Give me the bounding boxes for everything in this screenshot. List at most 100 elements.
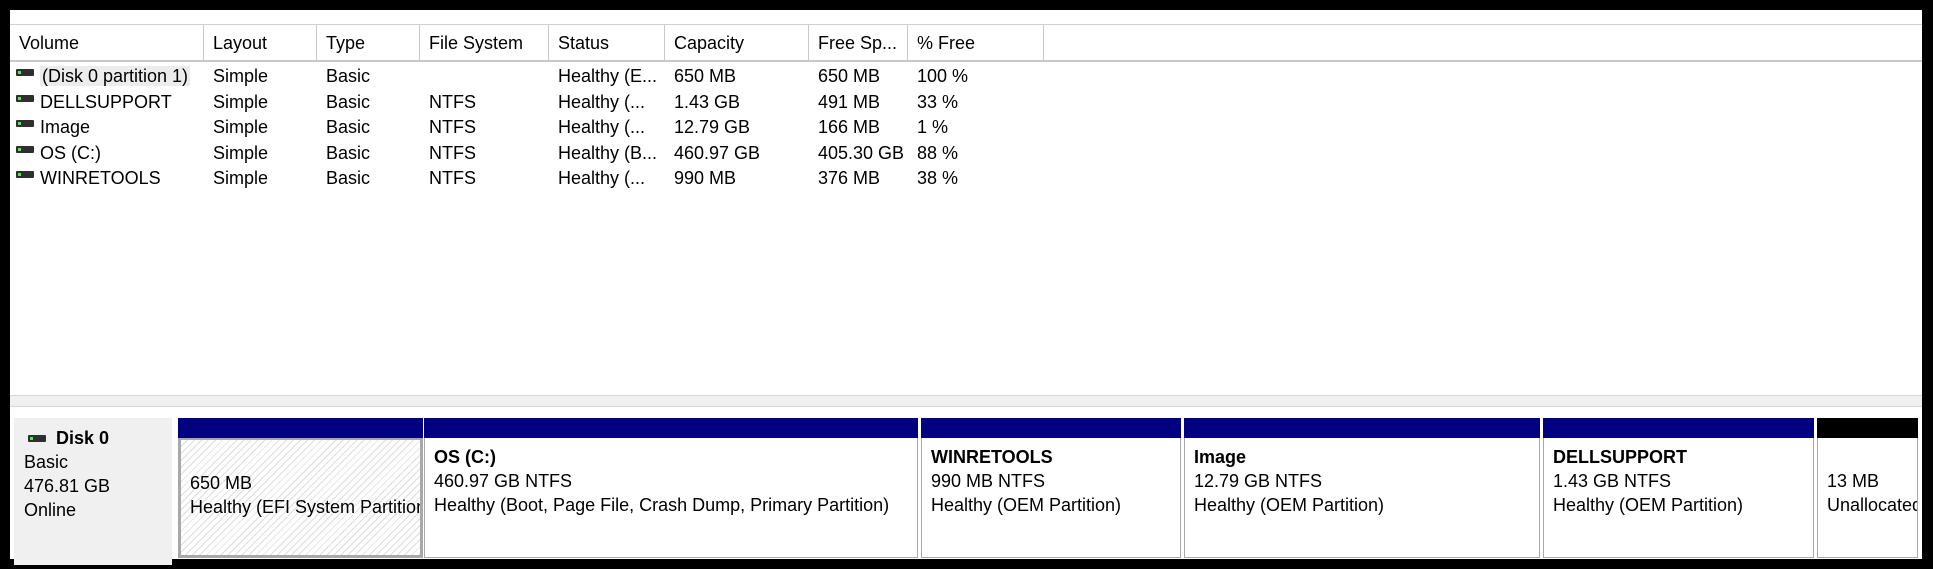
free-space-cell: 376 MB xyxy=(818,168,881,188)
capacity-cell: 990 MB xyxy=(674,168,737,188)
file-system-cell: NTFS xyxy=(429,168,476,188)
column-header-capacity[interactable]: Capacity xyxy=(665,25,809,61)
type-cell: Basic xyxy=(326,142,371,163)
partition-unallocated[interactable]: 13 MB Unallocated xyxy=(1817,418,1918,560)
percent-free-cell: 88 % xyxy=(917,142,959,163)
partition-name xyxy=(190,447,411,471)
capacity-cell: 650 MB xyxy=(674,66,737,86)
partition-dellsupport[interactable]: DELLSUPPORT 1.43 GB NTFS Healthy (OEM Pa… xyxy=(1543,418,1814,560)
partition-image[interactable]: Image 12.79 GB NTFS Healthy (OEM Partiti… xyxy=(1184,418,1540,560)
volume-cell: Image xyxy=(10,115,204,141)
partition-size: 460.97 GB NTFS xyxy=(434,471,573,491)
volume-name: DELLSUPPORT xyxy=(40,91,172,112)
partition-size: 13 MB xyxy=(1827,471,1880,491)
partition-efi[interactable]: 650 MB Healthy (EFI System Partition) xyxy=(178,418,423,560)
volume-list: Volume Layout Type File System Status Ca… xyxy=(10,10,1922,395)
file-system-cell: NTFS xyxy=(429,91,476,112)
volume-cell: OS (C:) xyxy=(10,141,204,167)
percent-free-cell: 33 % xyxy=(917,91,959,112)
partition-body: DELLSUPPORT 1.43 GB NTFS Healthy (OEM Pa… xyxy=(1543,438,1814,558)
partition-body: 13 MB Unallocated xyxy=(1817,438,1918,558)
table-row[interactable]: (Disk 0 partition 1) Simple Basic Health… xyxy=(10,64,1922,90)
table-row[interactable]: WINRETOOLS Simple Basic NTFS Healthy (..… xyxy=(10,166,1922,192)
partition-body: OS (C:) 460.97 GB NTFS Healthy (Boot, Pa… xyxy=(424,438,918,558)
file-system-cell: NTFS xyxy=(429,117,476,137)
status-cell: Healthy (E... xyxy=(558,66,658,86)
disk-type: Basic xyxy=(24,452,69,472)
partition-bar xyxy=(1543,418,1814,438)
table-row[interactable]: DELLSUPPORT Simple Basic NTFS Healthy (.… xyxy=(10,90,1922,116)
volume-name: Image xyxy=(40,117,91,137)
volume-name: (Disk 0 partition 1) xyxy=(40,66,191,86)
partition-size: 990 MB NTFS xyxy=(931,471,1046,491)
disk-management-window: Volume Layout Type File System Status Ca… xyxy=(10,10,1922,565)
volume-cell: WINRETOOLS xyxy=(10,166,204,192)
capacity-cell: 12.79 GB xyxy=(674,117,751,137)
disk-icon xyxy=(16,145,34,153)
layout-cell: Simple xyxy=(213,168,269,188)
volume-rows: (Disk 0 partition 1) Simple Basic Health… xyxy=(10,64,1922,192)
partition-status: Healthy (EFI System Partition) xyxy=(190,497,423,517)
partition-body: WINRETOOLS 990 MB NTFS Healthy (OEM Part… xyxy=(921,438,1181,558)
column-header-percent-free[interactable]: % Free xyxy=(908,25,1044,61)
percent-free-cell: 1 % xyxy=(917,117,949,137)
volume-name: OS (C:) xyxy=(40,142,101,163)
layout-cell: Simple xyxy=(213,117,269,137)
column-header-file-system[interactable]: File System xyxy=(420,25,549,61)
capacity-cell: 1.43 GB xyxy=(674,91,741,112)
disk-size: 476.81 GB xyxy=(24,476,111,496)
table-row[interactable]: OS (C:) Simple Basic NTFS Healthy (B... … xyxy=(10,141,1922,167)
partition-status: Healthy (Boot, Page File, Crash Dump, Pr… xyxy=(434,495,890,515)
column-header-row: Volume Layout Type File System Status Ca… xyxy=(10,24,1922,62)
pane-splitter[interactable] xyxy=(10,395,1922,407)
layout-cell: Simple xyxy=(213,91,269,112)
file-system-cell: NTFS xyxy=(429,142,476,163)
disk-title: Disk 0 xyxy=(24,426,172,450)
partition-bar xyxy=(178,418,423,438)
percent-free-cell: 100 % xyxy=(917,66,969,86)
column-header-free-space[interactable]: Free Sp... xyxy=(809,25,908,61)
disk-graphical-view: Disk 0 Basic 476.81 GB Online 650 MB Hea… xyxy=(10,407,1922,565)
partition-name: Image xyxy=(1194,447,1247,467)
disk-icon xyxy=(16,94,34,102)
disk-icon xyxy=(16,171,34,178)
partition-name: OS (C:) xyxy=(434,447,496,467)
layout-cell: Simple xyxy=(213,66,269,86)
column-header-type[interactable]: Type xyxy=(317,25,420,61)
file-system-cell xyxy=(420,64,549,90)
column-header-volume[interactable]: Volume xyxy=(10,25,204,61)
disk-icon xyxy=(16,69,34,76)
status-cell: Healthy (B... xyxy=(558,142,658,163)
type-cell: Basic xyxy=(326,168,371,188)
capacity-cell: 460.97 GB xyxy=(674,142,761,163)
partition-bar xyxy=(1817,418,1918,438)
volume-cell: DELLSUPPORT xyxy=(10,90,204,116)
disk-state: Online xyxy=(24,500,77,520)
free-space-cell: 166 MB xyxy=(818,117,881,137)
partition-name: WINRETOOLS xyxy=(931,447,1053,467)
partition-size: 12.79 GB NTFS xyxy=(1194,471,1323,491)
partition-body: 650 MB Healthy (EFI System Partition) xyxy=(178,438,423,558)
column-header-layout[interactable]: Layout xyxy=(204,25,317,61)
free-space-cell: 650 MB xyxy=(818,66,881,86)
percent-free-cell: 38 % xyxy=(917,168,959,188)
volume-name: WINRETOOLS xyxy=(40,168,161,188)
disk-name: Disk 0 xyxy=(56,428,110,448)
table-row[interactable]: Image Simple Basic NTFS Healthy (... 12.… xyxy=(10,115,1922,141)
column-header-status[interactable]: Status xyxy=(549,25,665,61)
partition-os-c[interactable]: OS (C:) 460.97 GB NTFS Healthy (Boot, Pa… xyxy=(424,418,918,560)
type-cell: Basic xyxy=(326,91,371,112)
disk-info-panel[interactable]: Disk 0 Basic 476.81 GB Online xyxy=(14,418,172,565)
partition-size: 650 MB xyxy=(190,473,253,493)
volume-cell: (Disk 0 partition 1) xyxy=(10,64,204,90)
partition-bar xyxy=(1184,418,1540,438)
partition-status: Healthy (OEM Partition) xyxy=(931,495,1122,515)
partition-status: Healthy (OEM Partition) xyxy=(1553,495,1744,515)
status-cell: Healthy (... xyxy=(558,168,646,188)
disk-icon xyxy=(16,120,34,127)
disk-icon xyxy=(28,434,46,442)
partition-winretools[interactable]: WINRETOOLS 990 MB NTFS Healthy (OEM Part… xyxy=(921,418,1181,560)
partition-size: 1.43 GB NTFS xyxy=(1553,471,1672,491)
partition-status: Unallocated xyxy=(1827,495,1918,515)
layout-cell: Simple xyxy=(213,142,269,163)
